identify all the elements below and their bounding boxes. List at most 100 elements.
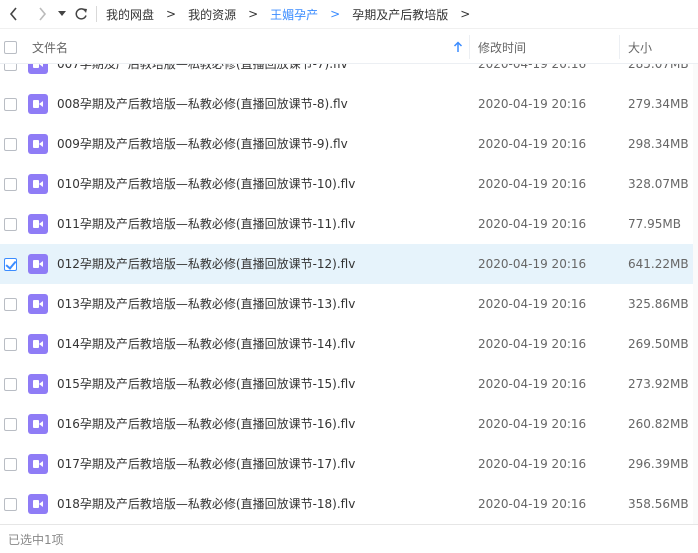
file-modified-time: 2020-04-19 20:16 (478, 217, 587, 231)
file-row[interactable]: 013孕期及产后教培版—私教必修(直播回放课节-13).flv 2020-04-1… (0, 284, 698, 324)
chevron-left-icon (9, 7, 17, 21)
row-checkbox[interactable] (4, 418, 17, 431)
video-file-icon (28, 134, 48, 154)
file-row[interactable]: 014孕期及产后教培版—私教必修(直播回放课节-14).flv 2020-04-1… (0, 324, 698, 364)
file-name[interactable]: 013孕期及产后教培版—私教必修(直播回放课节-13).flv (57, 284, 355, 324)
file-size: 77.95MB (628, 217, 681, 231)
row-checkbox[interactable] (4, 378, 17, 391)
row-checkbox[interactable] (4, 98, 17, 111)
file-name[interactable]: 008孕期及产后教培版—私教必修(直播回放课节-8).flv (57, 84, 348, 124)
file-size: 358.56MB (628, 497, 689, 511)
breadcrumb-separator: > (248, 7, 259, 21)
column-header-size-label: 大小 (628, 40, 653, 55)
breadcrumb-separator: > (166, 7, 177, 21)
file-size: 328.07MB (628, 177, 689, 191)
file-size: 279.34MB (628, 97, 689, 111)
row-checkbox[interactable] (4, 458, 17, 471)
file-name[interactable]: 014孕期及产后教培版—私教必修(直播回放课节-14).flv (57, 324, 355, 364)
file-size: 325.86MB (628, 297, 689, 311)
row-checkbox[interactable] (4, 218, 17, 231)
video-file-icon (28, 334, 48, 354)
row-checkbox[interactable] (4, 498, 17, 511)
file-row[interactable]: 011孕期及产后教培版—私教必修(直播回放课节-11).flv 2020-04-1… (0, 204, 698, 244)
file-modified-time: 2020-04-19 20:16 (478, 457, 587, 471)
file-modified-time: 2020-04-19 20:16 (478, 137, 587, 151)
row-checkbox[interactable] (4, 138, 17, 151)
row-checkbox[interactable] (4, 338, 17, 351)
file-modified-time: 2020-04-19 20:16 (478, 97, 587, 111)
file-size: 296.39MB (628, 457, 689, 471)
file-modified-time: 2020-04-19 20:16 (478, 297, 587, 311)
file-modified-time: 2020-04-19 20:16 (478, 377, 587, 391)
file-row[interactable]: 007孕期及产后教培版—私教必修(直播回放课节-7).flv 2020-04-19… (0, 64, 698, 84)
file-modified-time: 2020-04-19 20:16 (478, 497, 587, 511)
file-size: 285.07MB (628, 64, 689, 71)
back-button[interactable] (2, 0, 26, 28)
video-file-icon (28, 94, 48, 114)
file-row[interactable]: 017孕期及产后教培版—私教必修(直播回放课节-17).flv 2020-04-1… (0, 444, 698, 484)
column-divider[interactable] (469, 35, 470, 59)
file-name[interactable]: 012孕期及产后教培版—私教必修(直播回放课节-12).flv (57, 244, 355, 284)
file-size: 273.92MB (628, 377, 689, 391)
breadcrumb-separator: > (330, 7, 341, 21)
file-modified-time: 2020-04-19 20:16 (478, 337, 587, 351)
select-all-checkbox[interactable] (4, 40, 17, 54)
file-row[interactable]: 016孕期及产后教培版—私教必修(直播回放课节-16).flv 2020-04-1… (0, 404, 698, 444)
column-header-size[interactable]: 大小 (628, 29, 652, 65)
scrollbar[interactable] (693, 64, 698, 524)
file-size: 641.22MB (628, 257, 689, 271)
sort-indicator[interactable] (453, 29, 463, 65)
file-row[interactable]: 015孕期及产后教培版—私教必修(直播回放课节-15).flv 2020-04-1… (0, 364, 698, 404)
column-header-time[interactable]: 修改时间 (478, 29, 526, 65)
row-checkbox[interactable] (4, 178, 17, 191)
video-file-icon (28, 64, 48, 74)
column-divider[interactable] (619, 35, 620, 59)
file-name[interactable]: 010孕期及产后教培版—私教必修(直播回放课节-10).flv (57, 164, 355, 204)
navigation-bar: 我的网盘 > 我的资源 > 王媚孕产 > 孕期及产后教培版 > (0, 0, 698, 28)
selection-count: 已选中1项 (8, 532, 64, 547)
breadcrumb-separator: > (460, 7, 471, 21)
file-name[interactable]: 007孕期及产后教培版—私教必修(直播回放课节-7).flv (57, 64, 348, 84)
breadcrumb-item-wangmei[interactable]: 王媚孕产 (270, 6, 318, 23)
video-file-icon (28, 374, 48, 394)
file-name[interactable]: 011孕期及产后教培版—私教必修(直播回放课节-11).flv (57, 204, 355, 244)
file-name[interactable]: 016孕期及产后教培版—私教必修(直播回放课节-16).flv (57, 404, 355, 444)
file-name[interactable]: 018孕期及产后教培版—私教必修(直播回放课节-18).flv (57, 484, 355, 524)
breadcrumb-item-current-folder[interactable]: 孕期及产后教培版 (352, 6, 448, 23)
file-size: 269.50MB (628, 337, 689, 351)
file-row[interactable]: 009孕期及产后教培版—私教必修(直播回放课节-9).flv 2020-04-19… (0, 124, 698, 164)
row-checkbox[interactable] (4, 258, 17, 271)
file-row[interactable]: 018孕期及产后教培版—私教必修(直播回放课节-18).flv 2020-04-1… (0, 484, 698, 524)
file-list-rows: 007孕期及产后教培版—私教必修(直播回放课节-7).flv 2020-04-19… (0, 64, 698, 524)
column-header-name-label: 文件名 (32, 40, 69, 55)
status-bar: 已选中1项 (0, 524, 698, 553)
video-file-icon (28, 254, 48, 274)
row-checkbox[interactable] (4, 64, 17, 71)
forward-button[interactable] (30, 0, 54, 28)
breadcrumb-item-my-drive[interactable]: 我的网盘 (106, 6, 154, 23)
select-all-cell (4, 29, 17, 65)
video-file-icon (28, 214, 48, 234)
file-row[interactable]: 012孕期及产后教培版—私教必修(直播回放课节-12).flv 2020-04-1… (0, 244, 698, 284)
file-name[interactable]: 015孕期及产后教培版—私教必修(直播回放课节-15).flv (57, 364, 355, 404)
file-row[interactable]: 008孕期及产后教培版—私教必修(直播回放课节-8).flv 2020-04-19… (0, 84, 698, 124)
file-name[interactable]: 009孕期及产后教培版—私教必修(直播回放课节-9).flv (57, 124, 348, 164)
caret-down-icon (58, 11, 66, 16)
file-size: 298.34MB (628, 137, 689, 151)
file-modified-time: 2020-04-19 20:16 (478, 257, 587, 271)
history-dropdown-button[interactable] (54, 0, 70, 28)
chevron-right-icon (39, 7, 47, 21)
file-name[interactable]: 017孕期及产后教培版—私教必修(直播回放课节-17).flv (57, 444, 355, 484)
file-row[interactable]: 010孕期及产后教培版—私教必修(直播回放课节-10).flv 2020-04-1… (0, 164, 698, 204)
row-checkbox[interactable] (4, 298, 17, 311)
refresh-icon (75, 8, 87, 20)
nav-divider (96, 6, 97, 22)
refresh-button[interactable] (70, 0, 92, 28)
column-header-name[interactable]: 文件名 (32, 29, 68, 65)
breadcrumb-item-my-resources[interactable]: 我的资源 (188, 6, 236, 23)
video-file-icon (28, 454, 48, 474)
video-file-icon (28, 294, 48, 314)
sort-ascending-arrow-icon (453, 41, 463, 52)
video-file-icon (28, 174, 48, 194)
file-modified-time: 2020-04-19 20:16 (478, 417, 587, 431)
